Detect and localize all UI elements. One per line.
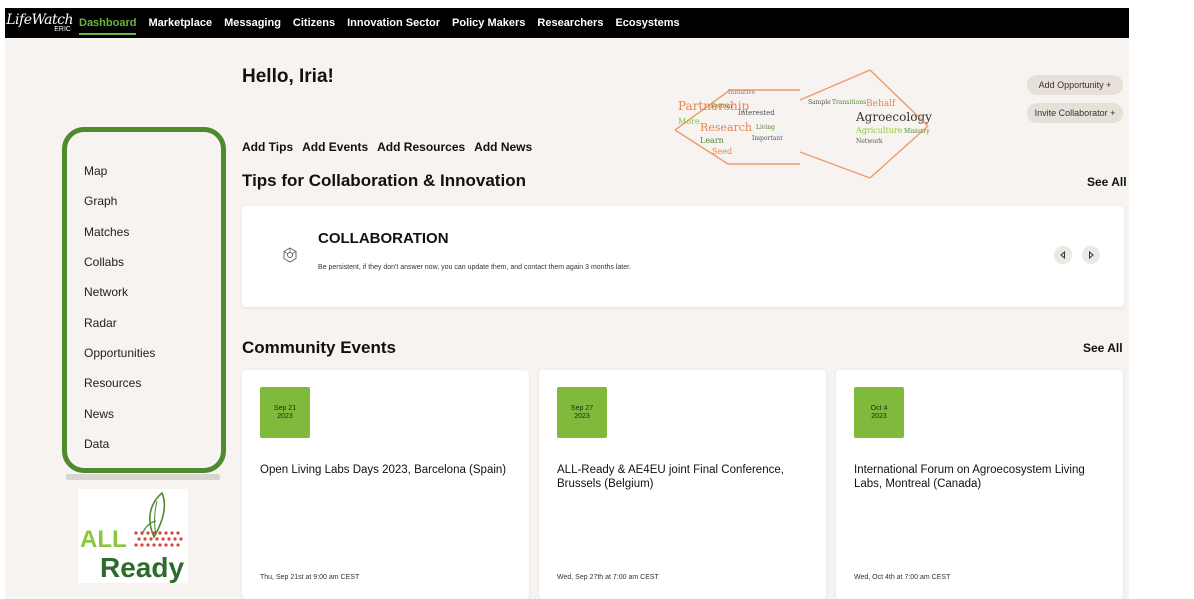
- event-date-day: Sep 21: [273, 404, 297, 412]
- tip-prev-button[interactable]: [1054, 246, 1072, 264]
- sidebar-item-collabs[interactable]: Collabs: [84, 247, 221, 277]
- tip-text: Be persistent, if they don't answer now,…: [318, 264, 632, 271]
- sidebar-item-network[interactable]: Network: [84, 277, 221, 307]
- sidebar-item-resources[interactable]: Resources: [84, 368, 221, 398]
- word-cloud-image: Initiative Partnership Interested More R…: [670, 60, 936, 180]
- event-date-year: 2023: [871, 412, 887, 420]
- nav-marketplace[interactable]: Marketplace: [142, 8, 218, 38]
- sidebar-item-matches[interactable]: Matches: [84, 217, 221, 247]
- all-ready-line1: ALL: [80, 526, 127, 553]
- event-date-year: 2023: [574, 412, 590, 420]
- event-date-year: 2023: [277, 412, 293, 420]
- nav-dashboard[interactable]: Dashboard: [73, 8, 142, 38]
- event-card[interactable]: Sep 27 2023 ALL-Ready & AE4EU joint Fina…: [539, 370, 826, 599]
- lifewatch-logo[interactable]: LifeWatch ERIC: [5, 13, 73, 33]
- sidebar-item-graph[interactable]: Graph: [84, 186, 221, 216]
- sidebar-item-radar[interactable]: Radar: [84, 307, 221, 337]
- events-heading: Community Events: [242, 338, 396, 357]
- all-ready-logo-graphic: ALL Ready: [80, 491, 184, 583]
- logo-subtext: ERIC: [54, 26, 71, 33]
- all-ready-line2: Ready: [100, 552, 184, 583]
- chevron-left-icon: [1060, 251, 1065, 259]
- main-nav: Dashboard Marketplace Messaging Citizens…: [73, 8, 686, 38]
- event-date-day: Sep 27: [570, 404, 594, 412]
- events-see-all-link[interactable]: See All: [1083, 341, 1123, 355]
- wc-word-living: Living: [756, 124, 775, 131]
- add-news-link[interactable]: Add News: [474, 140, 532, 154]
- page: LifeWatch ERIC Dashboard Marketplace Mes…: [0, 0, 1194, 599]
- sidebar-item-data[interactable]: Data: [84, 429, 221, 459]
- greeting-title: Hello, Iria!: [242, 66, 334, 87]
- add-opportunity-button[interactable]: Add Opportunity +: [1027, 75, 1123, 95]
- wc-word-interested: Interested: [738, 109, 775, 117]
- wc-word-seed: Seed: [712, 147, 732, 156]
- event-title[interactable]: Open Living Labs Days 2023, Barcelona (S…: [260, 463, 515, 477]
- wc-word-sample: Sample: [808, 99, 831, 106]
- event-title[interactable]: International Forum on Agroecosystem Liv…: [854, 463, 1109, 491]
- wc-word-behalf: Behalf: [866, 99, 896, 109]
- chevron-right-icon: [1089, 251, 1094, 259]
- event-time: Wed, Sep 27th at 7:00 am CEST: [557, 574, 659, 581]
- event-date-badge: Sep 27 2023: [557, 387, 607, 438]
- sidebar-item-map[interactable]: Map: [84, 156, 221, 186]
- add-resources-link[interactable]: Add Resources: [377, 140, 465, 154]
- wc-word-important: Important: [752, 135, 783, 142]
- event-date-day: Oct 4: [870, 404, 888, 412]
- nav-researchers[interactable]: Researchers: [531, 8, 609, 38]
- wc-word-agroecology: Agroecology: [855, 110, 932, 124]
- sidebar-menu: Map Graph Matches Collabs Network Radar …: [62, 127, 226, 473]
- nav-innovation-sector[interactable]: Innovation Sector: [341, 8, 446, 38]
- event-time: Thu, Sep 21st at 9:00 am CEST: [260, 574, 360, 581]
- sidebar-item-news[interactable]: News: [84, 398, 221, 428]
- nav-policy-makers[interactable]: Policy Makers: [446, 8, 531, 38]
- event-time: Wed, Oct 4th at 7:00 am CEST: [854, 574, 951, 581]
- tips-heading: Tips for Collaboration & Innovation: [242, 171, 526, 190]
- wc-word-transitions: Transitions: [832, 99, 866, 106]
- wc-word-learn: Learn: [700, 136, 724, 145]
- event-date-badge: Oct 4 2023: [854, 387, 904, 438]
- event-title[interactable]: ALL-Ready & AE4EU joint Final Conference…: [557, 463, 812, 491]
- wc-word-research: Research: [700, 121, 752, 134]
- all-ready-logo: ALL Ready: [78, 489, 188, 583]
- nav-messaging[interactable]: Messaging: [218, 8, 287, 38]
- tip-next-button[interactable]: [1082, 246, 1100, 264]
- event-date-badge: Sep 21 2023: [260, 387, 310, 438]
- wc-word-network: Network: [856, 138, 883, 145]
- add-events-link[interactable]: Add Events: [302, 140, 368, 154]
- wc-word-ministry: Ministry: [904, 128, 930, 135]
- invite-collaborator-button[interactable]: Invite Collaborator +: [1027, 103, 1123, 123]
- logo-text: LifeWatch: [6, 12, 73, 28]
- wc-word-system: System: [710, 103, 733, 110]
- quick-add-links: Add Tips Add Events Add Resources Add Ne…: [242, 140, 532, 154]
- event-card[interactable]: Sep 21 2023 Open Living Labs Days 2023, …: [242, 370, 529, 599]
- tips-see-all-link[interactable]: See All: [1087, 175, 1127, 189]
- collaboration-icon: [283, 247, 297, 263]
- nav-ecosystems[interactable]: Ecosystems: [609, 8, 685, 38]
- add-tips-link[interactable]: Add Tips: [242, 140, 293, 154]
- sidebar-item-opportunities[interactable]: Opportunities: [84, 338, 221, 368]
- tip-title: COLLABORATION: [318, 230, 449, 247]
- top-nav-bar: LifeWatch ERIC Dashboard Marketplace Mes…: [5, 8, 1129, 38]
- tip-card: COLLABORATION Be persistent, if they don…: [242, 206, 1124, 307]
- nav-citizens[interactable]: Citizens: [287, 8, 341, 38]
- sidebar-divider: [66, 474, 220, 480]
- event-card[interactable]: Oct 4 2023 International Forum on Agroec…: [836, 370, 1123, 599]
- wc-word-agriculture: Agriculture: [855, 126, 903, 135]
